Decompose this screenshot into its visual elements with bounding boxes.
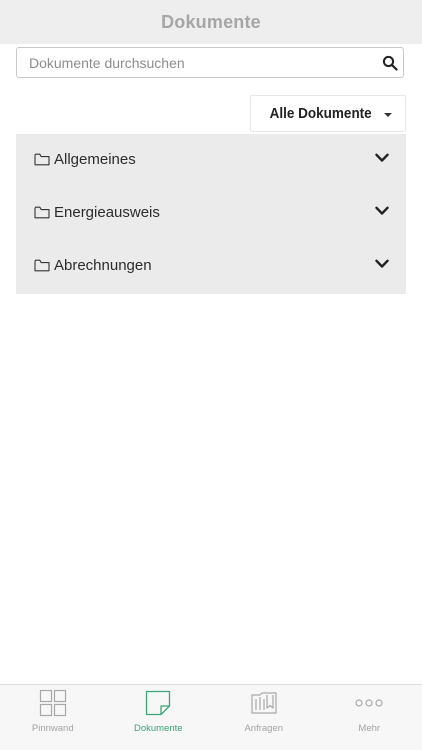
folder-label: Abrechnungen xyxy=(54,257,152,274)
folder-icon xyxy=(34,259,50,272)
tab-label: Anfragen xyxy=(244,723,284,734)
tab-pinnwand[interactable]: Pinnwand xyxy=(0,685,106,750)
search-box[interactable] xyxy=(16,47,404,78)
folder-item-allgemeines[interactable]: Allgemeines xyxy=(16,134,406,187)
caret-down-icon xyxy=(383,112,392,117)
header-bar: Dokumente xyxy=(0,0,422,44)
requests-icon xyxy=(251,692,277,714)
grid-icon xyxy=(39,689,66,717)
chevron-down-icon[interactable] xyxy=(375,153,389,163)
search-input[interactable] xyxy=(17,48,369,77)
more-icon xyxy=(355,699,383,707)
filter-dropdown-label: Alle Dokumente xyxy=(269,105,373,122)
folder-icon xyxy=(34,153,50,166)
folder-item-abrechnungen[interactable]: Abrechnungen xyxy=(16,240,406,293)
tab-mehr[interactable]: Mehr xyxy=(317,685,422,750)
folder-item-energieausweis[interactable]: Energieausweis xyxy=(16,187,406,240)
document-icon xyxy=(146,690,171,716)
folder-list: Allgemeines Energieausweis Abrechnungen xyxy=(16,134,406,294)
tab-label: Dokumente xyxy=(133,723,183,734)
tab-dokumente[interactable]: Dokumente xyxy=(106,685,212,750)
tab-label: Mehr xyxy=(358,723,381,734)
filter-dropdown[interactable]: Alle Dokumente xyxy=(250,95,406,132)
search-icon[interactable] xyxy=(382,55,398,71)
screen: Dokumente Alle Dokumente Allgemeines Ene… xyxy=(0,0,422,750)
chevron-down-icon[interactable] xyxy=(375,206,389,216)
tab-bar: Pinnwand Dokumente Anfragen Mehr xyxy=(0,684,422,750)
tab-anfragen[interactable]: Anfragen xyxy=(211,685,317,750)
chevron-down-icon[interactable] xyxy=(375,259,389,269)
folder-label: Allgemeines xyxy=(54,151,136,168)
tab-label: Pinnwand xyxy=(31,723,74,734)
folder-icon xyxy=(34,206,50,219)
page-title: Dokumente xyxy=(161,11,261,32)
folder-label: Energieausweis xyxy=(54,204,160,221)
